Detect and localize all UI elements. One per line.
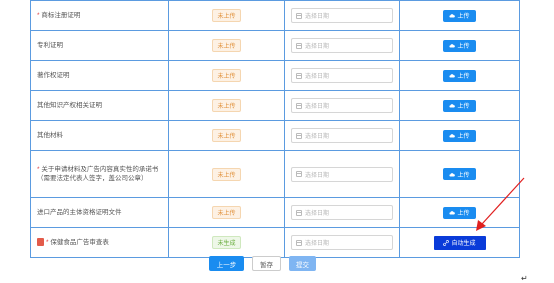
annotation-arrow [476, 177, 525, 231]
return-mark: ↵ [521, 274, 528, 283]
